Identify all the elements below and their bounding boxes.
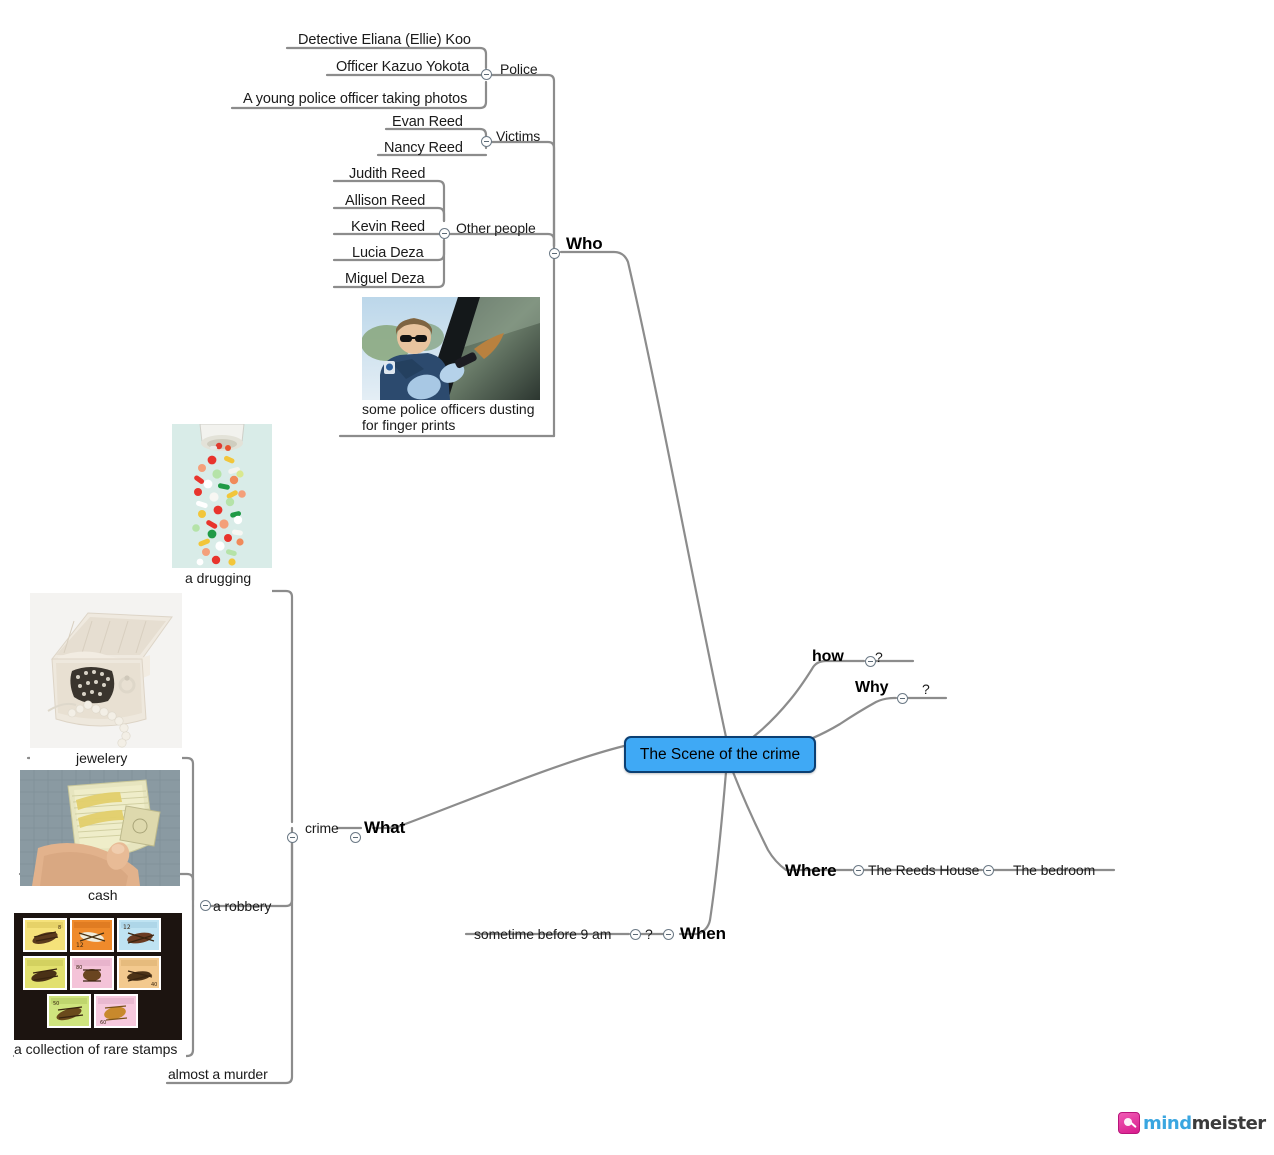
collapse-toggle-when-time[interactable] (630, 929, 641, 940)
when-child-label[interactable]: ? (645, 926, 653, 942)
svg-text:50: 50 (53, 1001, 59, 1007)
logo-text-meister: meister (1191, 1112, 1267, 1134)
who-other-item-0[interactable]: Judith Reed (349, 166, 425, 183)
who-group-victims-label[interactable]: Victims (496, 128, 540, 144)
who-victims-item-1[interactable]: Nancy Reed (384, 140, 463, 157)
branch-where-label[interactable]: Where (785, 861, 837, 881)
police-officer-dusting-for-fingerprints-photo (362, 297, 540, 400)
collapse-toggle-police[interactable] (481, 69, 492, 80)
branch-what-label[interactable]: What (364, 818, 405, 838)
collapse-toggle-what[interactable] (350, 832, 361, 843)
collapse-toggle-who[interactable] (549, 248, 560, 259)
collapse-toggle-other-people[interactable] (439, 228, 450, 239)
collapse-toggle-robbery[interactable] (200, 900, 211, 911)
collapse-toggle-reeds-house[interactable] (983, 865, 994, 876)
who-attachment-caption-line2: for finger prints (362, 417, 456, 433)
mindmap-canvas: Detective Eliana (Ellie) Koo Officer Kaz… (0, 0, 1274, 1155)
what-robbery-label[interactable]: a robbery (213, 898, 271, 914)
branch-who-label[interactable]: Who (566, 234, 603, 254)
branch-why-label[interactable]: Why (855, 679, 889, 697)
robbery-cash-node[interactable]: cash (20, 770, 180, 908)
collapse-toggle-where[interactable] (853, 865, 864, 876)
robbery-cash-caption: cash (88, 887, 118, 903)
svg-text:12: 12 (76, 942, 84, 949)
who-other-item-1[interactable]: Allison Reed (345, 193, 425, 210)
svg-text:40: 40 (151, 982, 157, 988)
svg-text:80: 80 (76, 965, 82, 971)
rare-stamps-sheet-photo: 8 12 12 80 40 50 60 (14, 913, 182, 1040)
when-grandchild-label[interactable]: sometime before 9 am (474, 926, 611, 942)
what-almost-murder-label[interactable]: almost a murder (168, 1066, 268, 1082)
who-police-item-2[interactable]: A young police officer taking photos (243, 91, 467, 108)
why-child-label[interactable]: ? (922, 681, 930, 697)
mindmeister-logo[interactable]: mindmeister (1118, 1112, 1266, 1134)
what-drugging-caption: a drugging (185, 570, 252, 586)
svg-text:8: 8 (58, 925, 61, 931)
branch-how-label[interactable]: how (812, 648, 844, 666)
who-attachment-caption-line1: some police officers dusting (362, 401, 535, 417)
collapse-toggle-crime[interactable] (287, 832, 298, 843)
robbery-stamps-node[interactable]: 8 12 12 80 40 50 60 a collection of rare… (14, 913, 186, 1061)
jewelry-box-photo (30, 593, 182, 748)
who-police-item-1[interactable]: Officer Kazuo Yokota (336, 59, 469, 76)
who-group-other-label[interactable]: Other people (456, 220, 536, 236)
cash-bundle-photo (20, 770, 180, 886)
who-other-item-2[interactable]: Kevin Reed (351, 219, 425, 236)
collapse-toggle-why[interactable] (897, 693, 908, 704)
who-other-item-3[interactable]: Lucia Deza (352, 245, 424, 262)
what-drugging-node[interactable]: a drugging (172, 424, 272, 594)
who-group-police-label[interactable]: Police (500, 61, 538, 77)
svg-text:12: 12 (123, 924, 131, 931)
robbery-jewelery-caption: jewelery (76, 750, 128, 766)
robbery-stamps-caption: a collection of rare stamps (14, 1041, 178, 1057)
who-victims-item-0[interactable]: Evan Reed (392, 114, 463, 131)
who-police-item-0[interactable]: Detective Eliana (Ellie) Koo (298, 32, 471, 49)
logo-text-mind: mind (1143, 1112, 1192, 1134)
where-grandchild-label[interactable]: The bedroom (1013, 862, 1095, 878)
collapse-toggle-when[interactable] (663, 929, 674, 940)
mindmeister-mark-icon (1118, 1112, 1140, 1134)
where-child-label[interactable]: The Reeds House (868, 862, 979, 878)
root-node[interactable]: The Scene of the crime (624, 736, 816, 773)
spilled-pills-photo (172, 424, 272, 568)
branch-when-label[interactable]: When (680, 924, 726, 944)
who-attachment-box[interactable]: some police officers dusting for finger … (362, 297, 540, 433)
how-child-label[interactable]: ? (875, 649, 883, 665)
what-child-crime-label[interactable]: crime (305, 820, 339, 836)
collapse-toggle-victims[interactable] (481, 136, 492, 147)
who-other-item-4[interactable]: Miguel Deza (345, 271, 425, 288)
robbery-jewelery-node[interactable]: jewelery (30, 593, 182, 771)
svg-text:60: 60 (100, 1020, 106, 1026)
